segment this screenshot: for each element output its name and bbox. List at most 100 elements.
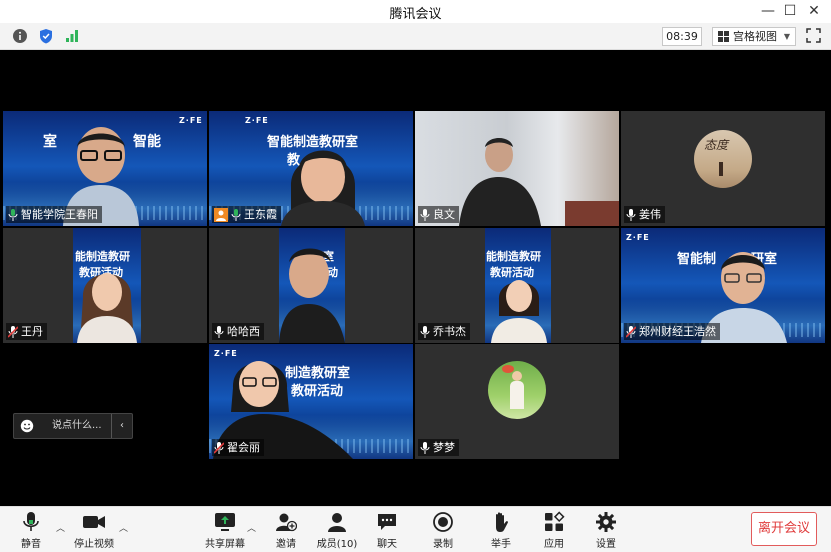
participant-name: 智能学院王春阳 (21, 208, 98, 221)
participant-name: 姜伟 (639, 208, 661, 221)
mic-on-icon (214, 326, 224, 338)
participant-name: 郑州财经王浩然 (639, 325, 716, 338)
invite-button[interactable]: 邀请 (270, 511, 302, 550)
video-tile[interactable]: Z·FE 智能制 研室 郑州财经王浩然 (621, 228, 825, 343)
video-tile[interactable]: Z·FE 室 智能 智能学院王春阳 (3, 111, 207, 226)
mic-on-icon (8, 209, 18, 221)
meeting-toolbar: 08:39 宫格视图 ▼ (0, 23, 831, 50)
share-options-caret[interactable]: ︿ (247, 521, 256, 534)
chat-label: 聊天 (377, 539, 397, 550)
participant-nameplate: 王丹 (6, 323, 47, 340)
maximize-button[interactable]: ☐ (778, 1, 802, 21)
video-tile[interactable]: Z·FE 制造教研室 教研活动 翟会丽 (209, 344, 413, 459)
share-screen-label: 共享屏幕 (205, 539, 245, 550)
hand-icon (496, 512, 508, 532)
camera-icon (83, 516, 105, 528)
banner-title: 能制造教研 (486, 250, 541, 263)
mic-on-icon (231, 209, 241, 221)
record-icon (433, 512, 453, 532)
participant-name: 梦梦 (433, 441, 455, 454)
avatar: 态度 (694, 130, 752, 188)
signal-icon[interactable] (64, 28, 80, 44)
school-logo: Z·FE (626, 233, 650, 242)
participant-video (77, 273, 137, 343)
control-bar: 静音 ︿ 停止视频 ︿ 共享屏幕 ︿ 邀请 成员(10) 聊天 录制 举手 应用… (0, 506, 831, 552)
participant-nameplate: 翟会丽 (212, 439, 264, 456)
record-label: 录制 (433, 539, 453, 550)
mic-on-icon (420, 209, 430, 221)
gear-icon (596, 512, 616, 532)
view-mode-label: 宫格视图 (733, 30, 777, 43)
share-screen-button[interactable]: 共享屏幕 (203, 511, 247, 550)
stop-video-label: 停止视频 (74, 539, 114, 550)
mic-on-icon (420, 326, 430, 338)
grid-icon (718, 31, 729, 42)
video-options-caret[interactable]: ︿ (119, 521, 128, 534)
shield-icon[interactable] (38, 28, 54, 44)
participant-nameplate: 哈哈西 (212, 323, 264, 340)
participant-name: 王丹 (21, 325, 43, 338)
participant-nameplate: 郑州财经王浩然 (624, 323, 720, 340)
settings-button[interactable]: 设置 (591, 511, 621, 550)
title-bar: 腾讯会议 — ☐ ✕ (0, 0, 831, 23)
participant-video (279, 248, 345, 343)
view-mode-dropdown[interactable]: 宫格视图 ▼ (712, 27, 796, 46)
fullscreen-icon[interactable] (806, 28, 821, 43)
collapse-chat-button[interactable]: ‹ (111, 414, 132, 438)
participant-name: 哈哈西 (227, 325, 260, 338)
mic-muted-icon (8, 326, 18, 338)
mute-label: 静音 (21, 539, 41, 550)
raise-hand-button[interactable]: 举手 (486, 511, 516, 550)
settings-label: 设置 (596, 539, 616, 550)
host-icon (214, 208, 228, 222)
record-button[interactable]: 录制 (428, 511, 458, 550)
video-tile[interactable]: 梦梦 (415, 344, 619, 459)
leave-meeting-button[interactable]: 离开会议 (751, 512, 817, 546)
members-icon (328, 513, 346, 532)
apps-button[interactable]: 应用 (539, 511, 569, 550)
participant-name: 乔书杰 (433, 325, 466, 338)
meeting-timer: 08:39 (662, 27, 702, 46)
avatar-text: 态度 (704, 138, 729, 152)
raise-hand-label: 举手 (491, 539, 511, 550)
participant-video (281, 150, 365, 226)
apps-icon (545, 511, 565, 531)
window-title: 腾讯会议 (389, 7, 442, 22)
school-logo: Z·FE (179, 116, 203, 125)
minimize-button[interactable]: — (756, 1, 780, 21)
school-logo: Z·FE (245, 116, 269, 125)
mute-options-caret[interactable]: ︿ (56, 521, 65, 534)
video-tile[interactable]: 教研室 研活动 哈哈西 (209, 228, 413, 343)
video-tile[interactable]: 良文 (415, 111, 619, 226)
members-label: 成员(10) (316, 539, 358, 550)
stop-video-button[interactable]: 停止视频 (72, 511, 116, 550)
members-button[interactable]: 成员(10) (316, 511, 358, 550)
close-button[interactable]: ✕ (802, 1, 826, 21)
mic-muted-icon (214, 442, 224, 454)
participant-nameplate: 梦梦 (418, 439, 459, 456)
participant-nameplate: 乔书杰 (418, 323, 470, 340)
screen-share-icon (215, 513, 235, 531)
video-tile[interactable]: 能制造教研 教研活动 乔书杰 (415, 228, 619, 343)
participant-video (459, 138, 541, 226)
participant-nameplate: 姜伟 (624, 206, 665, 223)
mute-button[interactable]: 静音 (14, 511, 48, 550)
video-grid: Z·FE 室 智能 智能学院王春阳 Z·FE 智能制造教研室 教 王东霞 良文 … (0, 50, 831, 506)
chat-icon (378, 514, 396, 530)
participant-nameplate: 良文 (418, 206, 459, 223)
info-icon[interactable] (12, 28, 28, 44)
mic-on-icon (626, 209, 636, 221)
mic-muted-icon (626, 326, 636, 338)
mic-on-icon (420, 442, 430, 454)
participant-name: 王东霞 (244, 208, 277, 221)
video-tile[interactable]: Z·FE 智能制造教研室 教 王东霞 (209, 111, 413, 226)
chat-input[interactable]: 说点什么... ‹ (13, 413, 133, 439)
emoji-icon[interactable] (20, 419, 34, 433)
chat-placeholder: 说点什么... (52, 420, 102, 431)
invite-label: 邀请 (276, 539, 296, 550)
participant-video (491, 280, 547, 343)
video-tile[interactable]: 态度 姜伟 (621, 111, 825, 226)
chat-button[interactable]: 聊天 (372, 511, 402, 550)
video-tile[interactable]: 能制造教研 教研活动 王丹 (3, 228, 207, 343)
participant-nameplate: 王东霞 (212, 206, 281, 223)
